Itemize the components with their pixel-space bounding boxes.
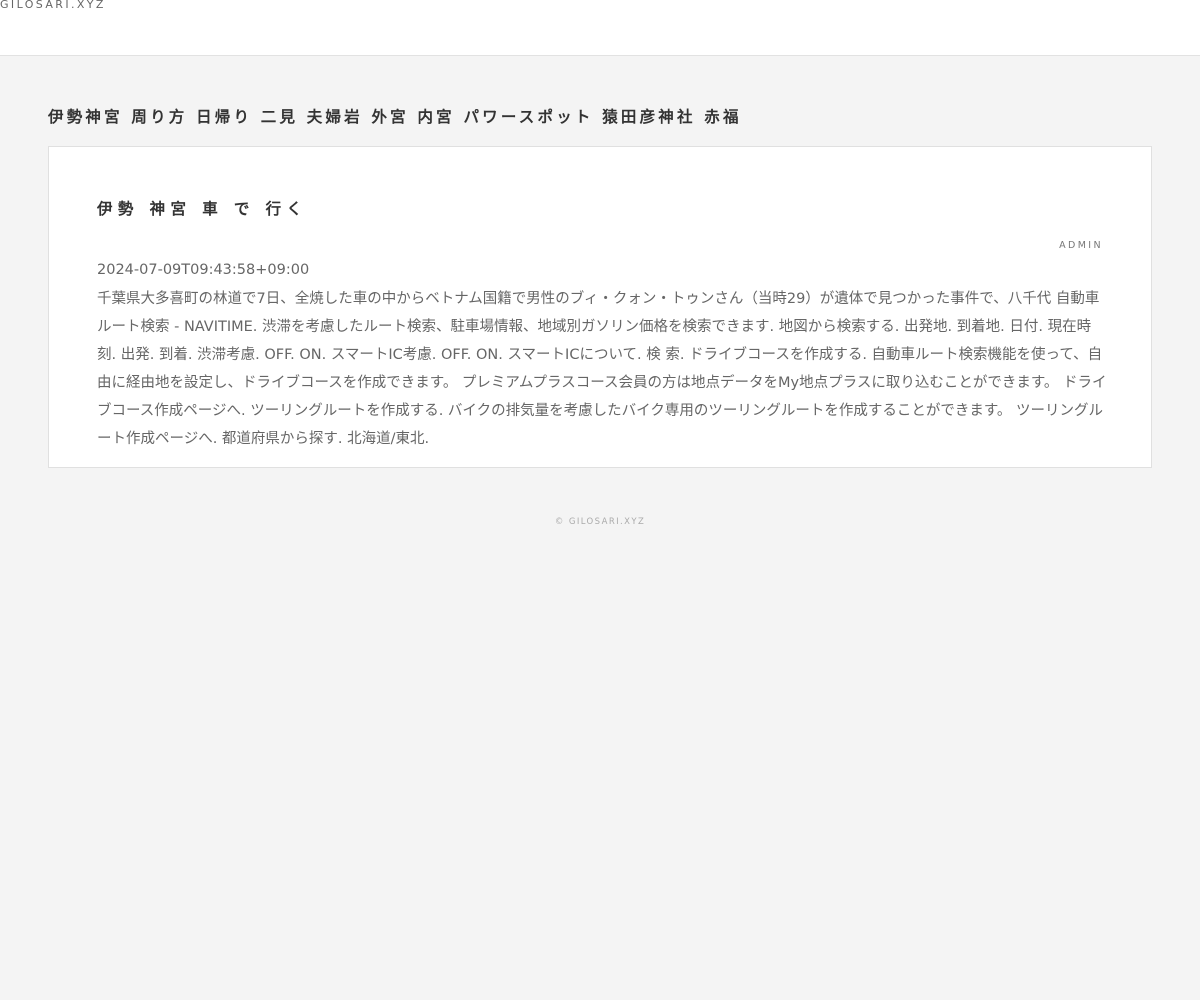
site-footer: © GILOSARI.XYZ <box>554 517 646 527</box>
post-card: 伊勢 神宮 車 で 行く ADMIN 2024-07-09T09:43:58+0… <box>48 146 1152 468</box>
section-title: 伊勢神宮 周り方 日帰り 二見 夫婦岩 外宮 内宮 パワースポット 猿田彦神社 … <box>48 108 742 126</box>
post-title[interactable]: 伊勢 神宮 車 で 行く <box>97 198 307 220</box>
post-author-link[interactable]: ADMIN <box>1059 240 1103 252</box>
post-date: 2024-07-09T09:43:58+09:00 <box>97 262 310 278</box>
post-body: 千葉県大多喜町の林道で7日、全焼した車の中からベトナム国籍で男性のブィ・クォン・… <box>97 291 1107 447</box>
site-logo-link[interactable]: GILOSARI.XYZ <box>0 0 106 12</box>
site-header: GILOSARI.XYZ <box>0 0 1200 56</box>
